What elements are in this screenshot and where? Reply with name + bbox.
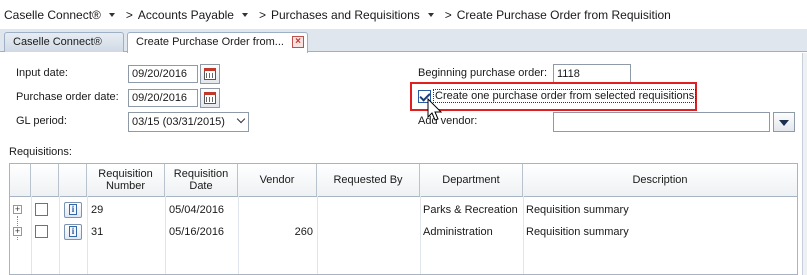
add-vendor-field[interactable] <box>553 112 770 132</box>
column-header-select[interactable] <box>31 164 59 196</box>
cell-department: Administration <box>423 226 493 238</box>
tab-create-purchase-order[interactable]: Create Purchase Order from... × <box>127 32 308 53</box>
add-vendor-dropdown-button[interactable] <box>773 112 795 132</box>
cell-requisition-number: 31 <box>91 226 104 238</box>
column-header-description[interactable]: Description <box>523 164 797 196</box>
info-icon[interactable]: i <box>64 202 82 218</box>
tab-caselle-connect[interactable]: Caselle Connect® <box>4 32 124 52</box>
expand-icon[interactable]: + <box>13 205 22 214</box>
breadcrumb-item-accounts-payable[interactable]: Accounts Payable <box>138 8 234 22</box>
chevron-down-icon[interactable] <box>108 12 115 17</box>
column-header-department[interactable]: Department <box>420 164 523 196</box>
chevron-down-icon[interactable] <box>427 12 434 17</box>
tab-label: Create Purchase Order from... <box>136 36 284 48</box>
grid-header: Requisition Number Requisition Date Vend… <box>10 164 797 197</box>
cell-requisition-date: 05/04/2016 <box>169 204 225 216</box>
requisitions-grid: Requisition Number Requisition Date Vend… <box>9 163 798 275</box>
cell-description: Requisition summary <box>526 204 629 216</box>
tab-bar: Caselle Connect® Create Purchase Order f… <box>0 29 807 53</box>
cell-description: Requisition summary <box>526 226 629 238</box>
cell-department: Parks & Recreation <box>423 204 518 216</box>
calendar-icon[interactable] <box>200 64 220 84</box>
table-row[interactable]: + i 29 05/04/2016 Parks & Recreation Req… <box>10 199 797 221</box>
column-header-requisition-number[interactable]: Requisition Number <box>87 164 165 196</box>
breadcrumb-separator: > <box>444 7 452 22</box>
chevron-down-icon[interactable] <box>241 12 248 17</box>
breadcrumb-separator: > <box>125 7 133 22</box>
close-icon[interactable]: × <box>292 36 304 48</box>
input-date-label: Input date: <box>16 67 68 79</box>
gl-period-label: GL period: <box>16 115 67 127</box>
breadcrumb: Caselle Connect® > Accounts Payable > Pu… <box>0 0 807 29</box>
row-checkbox[interactable] <box>35 225 48 238</box>
calendar-icon[interactable] <box>200 88 220 108</box>
column-header-info <box>59 164 87 196</box>
column-header-requisition-date[interactable]: Requisition Date <box>165 164 238 196</box>
triangle-down-icon <box>779 120 789 126</box>
create-one-po-label[interactable]: Create one purchase order from selected … <box>432 89 697 103</box>
column-header-vendor[interactable]: Vendor <box>238 164 317 196</box>
info-icon[interactable]: i <box>64 224 82 240</box>
beginning-po-label: Beginning purchase order: <box>418 67 548 79</box>
breadcrumb-item-caselle-connect[interactable]: Caselle Connect® <box>4 8 101 22</box>
breadcrumb-item-purchases-requisitions[interactable]: Purchases and Requisitions <box>271 8 420 22</box>
breadcrumb-separator: > <box>258 7 266 22</box>
requisitions-label: Requisitions: <box>9 146 72 158</box>
table-row[interactable]: + i 31 05/16/2016 260 Administration Req… <box>10 221 797 243</box>
cell-requisition-number: 29 <box>91 204 104 216</box>
chevron-down-icon <box>236 114 246 124</box>
vertical-scrollbar[interactable] <box>802 53 807 275</box>
tab-label: Caselle Connect® <box>13 36 102 48</box>
column-header-expand <box>10 164 31 196</box>
mouse-cursor-icon <box>427 98 443 121</box>
po-date-label: Purchase order date: <box>16 91 119 103</box>
cell-requisition-date: 05/16/2016 <box>169 226 225 238</box>
input-date-field[interactable]: 09/20/2016 <box>128 65 198 83</box>
row-checkbox[interactable] <box>35 203 48 216</box>
expand-icon[interactable]: + <box>13 227 22 236</box>
cell-vendor: 260 <box>294 226 313 238</box>
po-date-field[interactable]: 09/20/2016 <box>128 89 198 107</box>
breadcrumb-item-create-po: Create Purchase Order from Requisition <box>456 7 671 22</box>
form-panel: Input date: 09/20/2016 Purchase order da… <box>0 53 807 275</box>
column-header-requested-by[interactable]: Requested By <box>317 164 420 196</box>
beginning-po-field[interactable]: 1118 <box>553 64 631 84</box>
gl-period-value: 03/15 (03/31/2015) <box>132 116 225 128</box>
cell-vendor <box>238 199 313 221</box>
gl-period-select[interactable]: 03/15 (03/31/2015) <box>128 112 249 132</box>
